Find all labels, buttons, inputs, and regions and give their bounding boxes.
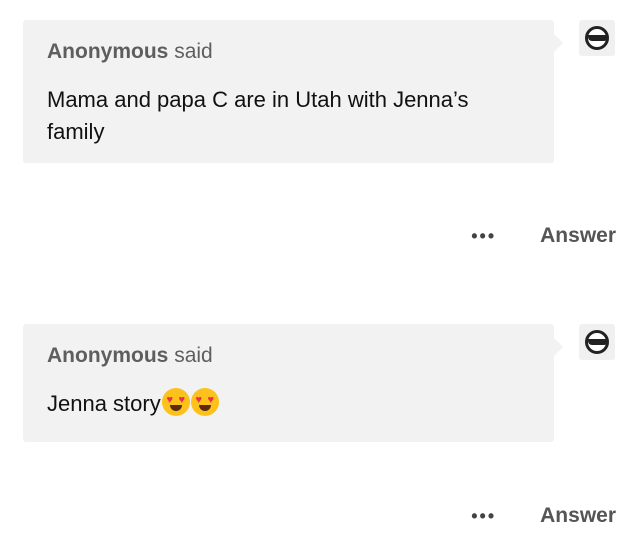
asker-suffix: said [174, 40, 213, 63]
more-options-icon[interactable]: ••• [471, 226, 496, 246]
question-text: Jenna story [47, 391, 161, 416]
question-line: Jenna story ♥ ♥ ♥ ♥ [47, 388, 530, 420]
asker-line: Anonymous said [47, 342, 213, 370]
asker-name: Anonymous [47, 344, 169, 367]
avatar[interactable] [579, 324, 615, 360]
question-text: Mama and papa C are in Utah with Jenna’s… [47, 87, 469, 144]
sunglasses-icon [588, 35, 608, 41]
asker-line: Anonymous said [47, 38, 213, 66]
post-actions: ••• Answer [471, 222, 616, 250]
answer-button[interactable]: Answer [540, 224, 616, 248]
avatar[interactable] [579, 20, 615, 56]
more-options-icon[interactable]: ••• [471, 506, 496, 526]
post-actions: ••• Answer [471, 502, 616, 530]
asker-suffix: said [174, 344, 213, 367]
asker-name: Anonymous [47, 40, 169, 63]
ask-bubble-2: Anonymous said Jenna story ♥ ♥ ♥ ♥ [23, 324, 563, 442]
heart-eyes-emoji-icon: ♥ ♥ [190, 388, 219, 416]
ask-bubble-1: Anonymous said Mama and papa C are in Ut… [23, 20, 563, 163]
heart-eyes-emoji-icon: ♥ ♥ [161, 388, 190, 416]
answer-button[interactable]: Answer [540, 504, 616, 528]
sunglasses-icon [588, 339, 608, 345]
